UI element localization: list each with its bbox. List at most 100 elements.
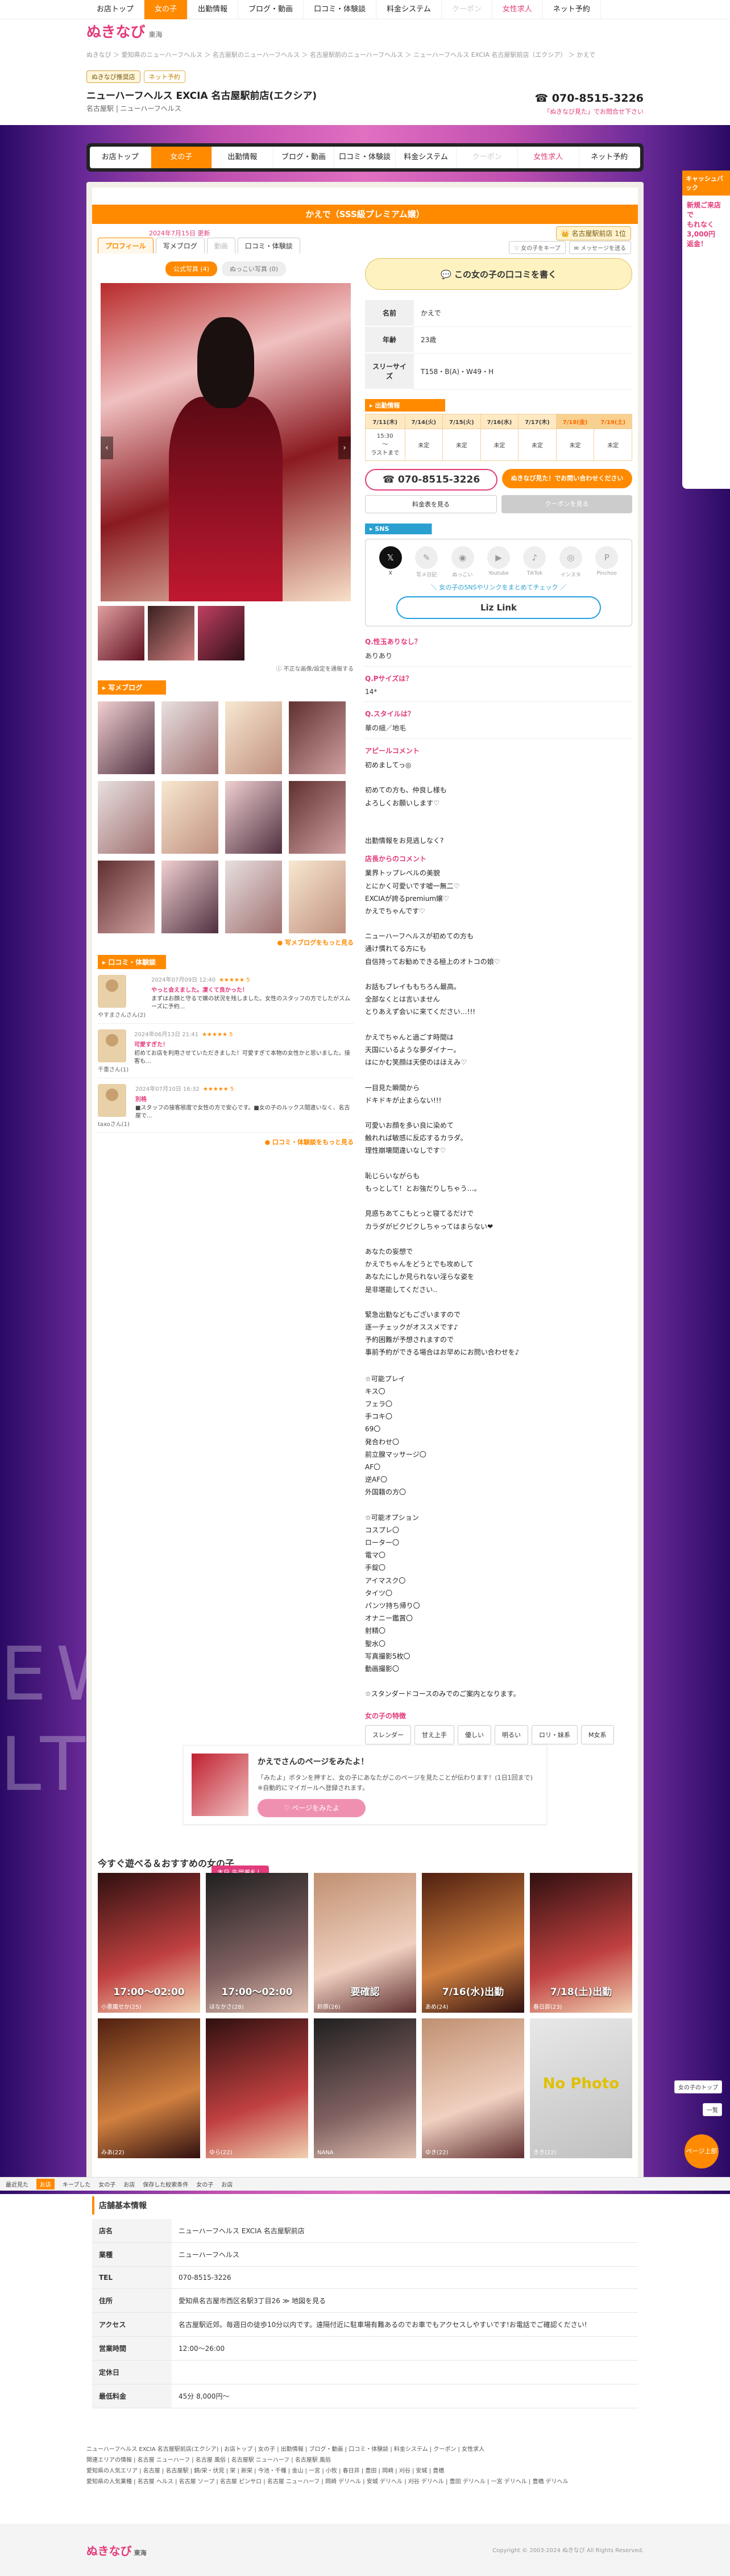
thumbnail-2[interactable] xyxy=(148,606,194,660)
sns-0-item[interactable]: 𝕏X xyxy=(377,546,404,578)
history-bar-item[interactable]: お店 xyxy=(221,2180,233,2188)
sns-6-item[interactable]: P Pinchoo xyxy=(593,546,620,578)
main-nav-item[interactable]: ブログ・動画 xyxy=(273,147,335,168)
top-nav-item[interactable]: ブログ・動画 xyxy=(238,0,304,19)
recommend-card[interactable]: ゆき(22) xyxy=(422,2018,524,2158)
recommend-card[interactable]: 要確認 鈴原(26) xyxy=(314,1873,416,2013)
type-tag[interactable]: 明るい xyxy=(495,1725,528,1744)
history-bar-item[interactable]: 女の子 xyxy=(98,2180,115,2188)
top-nav-item[interactable]: クーポン xyxy=(442,0,492,19)
type-tag[interactable]: スレンダー xyxy=(365,1725,411,1744)
write-review-button[interactable]: 💬 この女の子の口コミを書く xyxy=(365,258,632,290)
blog-image[interactable] xyxy=(225,861,282,933)
main-nav-item[interactable]: 女の子 xyxy=(151,147,213,168)
top-nav-item[interactable]: ネット予約 xyxy=(543,0,601,19)
type-tag[interactable]: M女系 xyxy=(581,1725,614,1744)
girl-tab[interactable]: プロフィール xyxy=(98,238,154,254)
recommend-card[interactable]: No Photo きき(22) xyxy=(530,2018,632,2158)
blog-image[interactable] xyxy=(289,701,346,774)
site-logo[interactable]: ぬきなび 東海 xyxy=(86,24,163,41)
main-nav-item[interactable]: 口コミ・体験談 xyxy=(334,147,396,168)
history-bar-item[interactable]: 最近見た xyxy=(6,2180,28,2188)
blog-image[interactable] xyxy=(225,701,282,774)
blog-image[interactable] xyxy=(98,781,155,854)
recommend-card[interactable]: NANA xyxy=(314,2018,416,2158)
sns-3-item[interactable]: ▶ Youtube xyxy=(485,546,512,578)
inquiry-button[interactable]: ぬきなび見た！でお問い合わせください xyxy=(502,469,632,488)
call-button[interactable]: ☎ 070-8515-3226 xyxy=(365,469,497,491)
top-nav-item[interactable]: 料金システム xyxy=(376,0,442,19)
sns-2-item[interactable]: ◉ ぬっこい xyxy=(449,546,476,578)
main-nav-item[interactable]: お店トップ xyxy=(90,147,151,168)
thumbnail-3[interactable] xyxy=(198,606,244,660)
history-bar-item[interactable]: 保存した絞索条件 xyxy=(143,2180,188,2188)
review-item[interactable]: 千重さん(1) 2024年06月13日 21:41 ★★★★★ 5 可愛すぎた！ 初めて… xyxy=(98,1029,354,1078)
history-bar-item[interactable]: キーブした xyxy=(63,2180,90,2188)
recommend-name: ほなかさ(28) xyxy=(209,2004,244,2010)
review-item[interactable]: やすまさんさん(2) 2024年07月09日 12:40 ★★★★★ 5 やっと会えま… xyxy=(98,975,354,1024)
cashback-side-banner[interactable]: キャッシュバック 新規ご来店で もれなく 3,000円 返金！ xyxy=(682,171,730,489)
blog-image[interactable] xyxy=(161,701,218,774)
send-message-button[interactable]: ✉ メッセージを送る xyxy=(569,241,631,254)
photo-next-arrow[interactable]: › xyxy=(338,437,351,459)
side-link-list[interactable]: 一覧 xyxy=(703,2103,722,2116)
blog-image[interactable] xyxy=(225,781,282,854)
blog-more-link[interactable]: ● 写メブログをもっと見る xyxy=(98,938,354,947)
photo-tab[interactable]: ぬっこい写真 (0) xyxy=(222,261,287,276)
blog-image[interactable] xyxy=(161,781,218,854)
recommend-card[interactable]: 7/18(土)出勤 春日部(23) xyxy=(530,1873,632,2013)
report-photo-link[interactable]: ⓘ 不正な画像/設定を通報する xyxy=(98,664,354,672)
blog-image[interactable] xyxy=(98,861,155,933)
main-nav-item[interactable]: 料金システム xyxy=(396,147,457,168)
main-nav-item[interactable]: 出勤情報 xyxy=(212,147,273,168)
main-photo[interactable]: ‹ › xyxy=(101,283,351,601)
type-tag[interactable]: 甘え上手 xyxy=(414,1725,454,1744)
history-bar-item[interactable]: お店 xyxy=(123,2180,135,2188)
lizlink-button[interactable]: Liz Link xyxy=(396,596,601,619)
type-tag[interactable]: 優しい xyxy=(458,1725,491,1744)
review-more-link[interactable]: ● 口コミ・体験談をもっと見る xyxy=(98,1137,354,1146)
blog-image[interactable] xyxy=(289,781,346,854)
girl-tab[interactable]: 写メブログ xyxy=(155,238,205,254)
sns-4-item[interactable]: ♪ TikTok xyxy=(521,546,548,578)
price-button[interactable]: 料金表を見る xyxy=(365,495,497,513)
blog-image[interactable] xyxy=(98,701,155,774)
keep-girl-button[interactable]: ♡ 女の子をキープ xyxy=(509,241,566,254)
recommend-card[interactable]: 17:00〜02:00 小悪魔せか(25) xyxy=(98,1873,200,2013)
sns-1-item[interactable]: ✎ 写メ日記 xyxy=(413,546,440,578)
recommend-card[interactable]: 17:00〜02:00 ほなかさ(28) xyxy=(206,1873,308,2013)
type-tag[interactable]: ロリ・妹系 xyxy=(532,1725,578,1744)
main-nav-item[interactable]: 女性求人 xyxy=(518,147,579,168)
mitayo-button[interactable]: ♡ ページをみたよ xyxy=(258,1799,366,1817)
blog-section-header: ▸ 写メブログ xyxy=(98,680,211,695)
shift-cell: 未定 xyxy=(480,429,519,461)
top-nav-item[interactable]: 出勤情報 xyxy=(188,0,239,19)
photo-prev-arrow[interactable]: ‹ xyxy=(101,437,113,459)
review-item[interactable]: taxoさん(1) 2024年07月10日 16:32 ★★★★★ 5 別格 ■スタッフ… xyxy=(98,1084,354,1133)
girl-tab[interactable]: 動画 xyxy=(206,238,235,254)
coupon-button[interactable]: クーポンを見る xyxy=(501,495,632,513)
top-nav-item[interactable]: お店トップ xyxy=(86,0,145,19)
history-bar-item[interactable]: お店 xyxy=(36,2179,55,2189)
blog-image[interactable] xyxy=(289,861,346,933)
qa-list: Q.性玉ありなし？ ありあり Q.Pサイズは？ 14* Q.スタイルは？ 華の細／地毛 xyxy=(365,637,632,739)
top-nav-item[interactable]: 口コミ・体験談 xyxy=(304,0,377,19)
top-nav-item[interactable]: 女の子 xyxy=(144,0,188,19)
main-nav-item[interactable]: クーポン xyxy=(457,147,518,168)
side-link-girls[interactable]: 女の子のトップ xyxy=(674,2080,722,2093)
sns-5-item[interactable]: ◎ インスタ xyxy=(557,546,584,578)
shop-phone[interactable]: ☎ 070-8515-3226 xyxy=(535,92,644,105)
recommend-card[interactable]: みあ(22) xyxy=(98,2018,200,2158)
top-nav-item[interactable]: 女性求人 xyxy=(492,0,543,19)
girl-tab[interactable]: 口コミ・体験談 xyxy=(237,238,300,254)
footer-logo[interactable]: ぬきなび 東海 xyxy=(86,2542,147,2558)
thumbnail-1[interactable] xyxy=(98,606,144,660)
blog-image[interactable] xyxy=(161,861,218,933)
recommend-card[interactable]: ゆら(22) xyxy=(206,2018,308,2158)
photo-tab[interactable]: 公式写真 (4) xyxy=(165,261,217,276)
sns-icon: ◎ xyxy=(559,546,582,569)
main-nav-item[interactable]: ネット予約 xyxy=(579,147,640,168)
scroll-top-button[interactable]: ページ上部 xyxy=(685,2134,719,2168)
recommend-card[interactable]: 7/16(水)出勤 あめ(24) xyxy=(422,1873,524,2013)
history-bar-item[interactable]: 女の子 xyxy=(196,2180,213,2188)
